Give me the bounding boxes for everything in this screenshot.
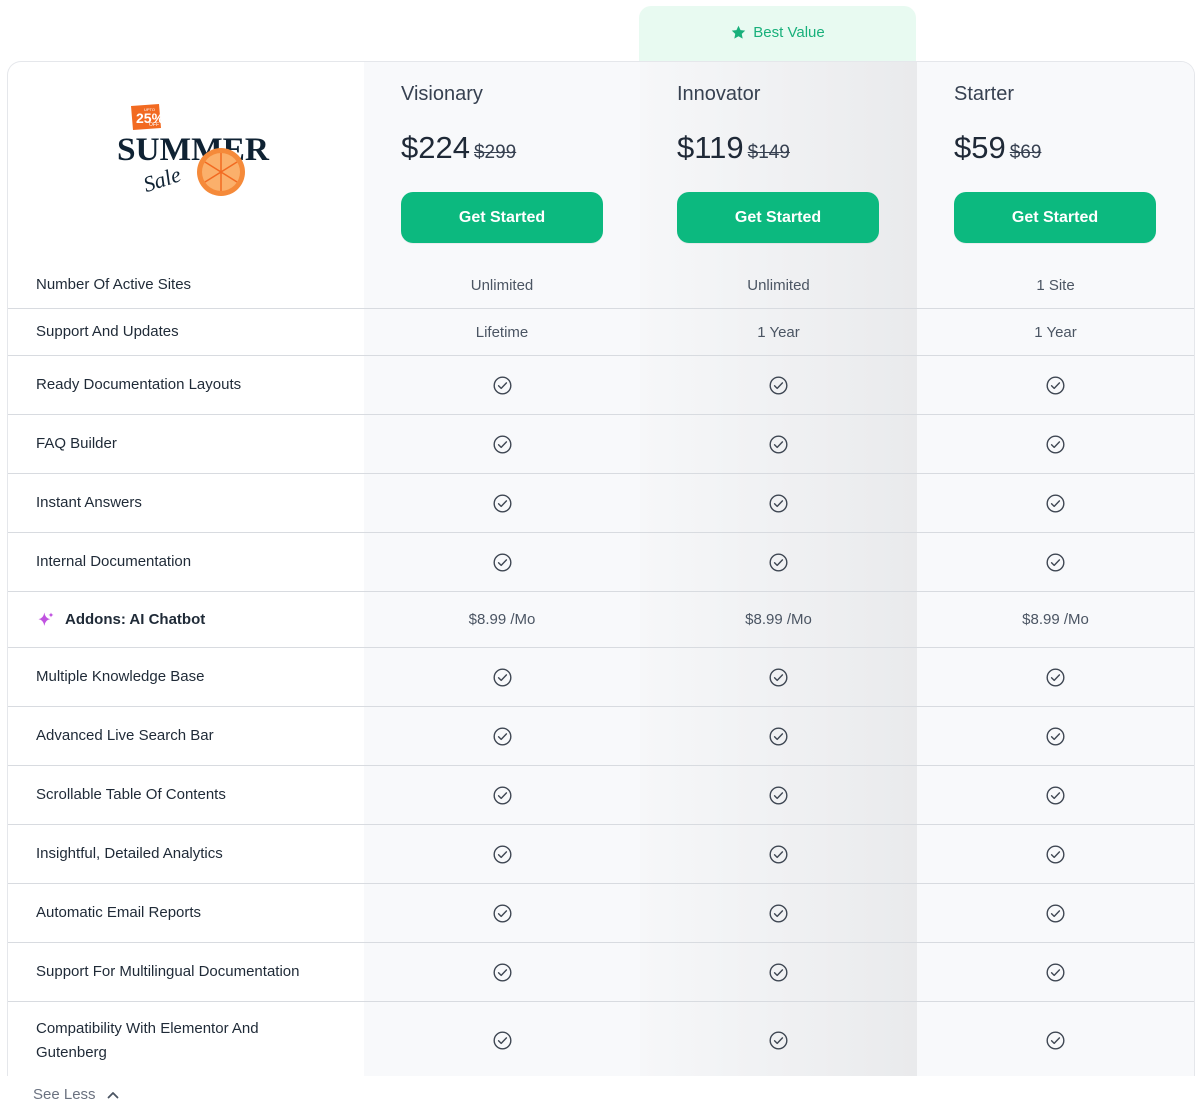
check-icon bbox=[492, 1031, 512, 1050]
table-row: Ready Documentation Layouts bbox=[8, 356, 1194, 415]
check-icon bbox=[1046, 667, 1065, 687]
plan-price: $224 bbox=[401, 130, 470, 165]
visionary-get-started-button[interactable]: Get Started bbox=[401, 192, 603, 243]
feature-value: 1 Year bbox=[1034, 323, 1077, 341]
promo-off: OFF bbox=[149, 122, 159, 128]
starter-get-started-button[interactable]: Get Started bbox=[954, 192, 1156, 243]
table-row: FAQ Builder bbox=[8, 415, 1194, 474]
plan-old-price: $299 bbox=[473, 142, 517, 163]
table-row: Number Of Active Sites Unlimited Unlimit… bbox=[8, 262, 1194, 309]
table-row: Support For Multilingual Documentation bbox=[8, 943, 1194, 1002]
feature-value: Lifetime bbox=[475, 323, 529, 341]
plan-old-price: $69 bbox=[1009, 142, 1042, 163]
feature-label: FAQ Builder bbox=[36, 435, 117, 452]
table-row: Support And Updates Lifetime 1 Year 1 Ye… bbox=[8, 309, 1194, 356]
check-icon bbox=[769, 785, 788, 805]
check-icon bbox=[492, 903, 512, 923]
feature-label: Advanced Live Search Bar bbox=[36, 727, 214, 744]
feature-label: Ready Documentation Layouts bbox=[36, 376, 242, 393]
check-icon bbox=[769, 844, 788, 864]
addon-text: Addons: AI Chatbot bbox=[65, 610, 206, 628]
see-less-toggle[interactable]: See Less bbox=[33, 1086, 120, 1103]
feature-label: Support For Multilingual Documentation bbox=[36, 963, 300, 980]
feature-value: Unlimited bbox=[747, 276, 810, 294]
check-icon bbox=[769, 434, 788, 454]
summer-sale-logo: UPTO 25% OFF SUMMER Sale bbox=[117, 104, 270, 197]
check-icon bbox=[492, 726, 512, 746]
see-less-label: See Less bbox=[33, 1086, 96, 1103]
feature-value: 1 Year bbox=[757, 323, 800, 341]
plan-visionary: Visionary $224 $299 Get Started bbox=[401, 80, 641, 243]
plan-name: Starter bbox=[954, 83, 1015, 105]
plan-name: Innovator bbox=[677, 83, 761, 105]
check-icon bbox=[1046, 375, 1065, 395]
check-icon bbox=[492, 785, 512, 805]
feature-label: Insightful, Detailed Analytics bbox=[36, 845, 223, 862]
table-row: Scrollable Table Of Contents bbox=[8, 766, 1194, 825]
table-row: Compatibility With Elementor And Gutenbe… bbox=[8, 1002, 1194, 1076]
table-row: Advanced Live Search Bar bbox=[8, 707, 1194, 766]
check-icon bbox=[1046, 552, 1065, 572]
check-icon bbox=[1046, 785, 1065, 805]
check-icon bbox=[769, 726, 788, 746]
plan-starter: Starter $59 $69 Get Started bbox=[954, 80, 1194, 243]
check-icon bbox=[769, 552, 788, 572]
addon-price: $8.99 /Mo bbox=[468, 611, 536, 628]
check-icon bbox=[769, 375, 788, 395]
feature-value: 1 Site bbox=[1036, 276, 1075, 294]
check-icon bbox=[1046, 962, 1065, 982]
check-icon bbox=[769, 493, 788, 513]
check-icon bbox=[492, 493, 512, 513]
addon-price: $8.99 /Mo bbox=[745, 611, 812, 628]
plan-price: $119 bbox=[677, 130, 744, 165]
addon-label: Addons: AI Chatbot bbox=[36, 592, 336, 647]
feature-label: Multiple Knowledge Base bbox=[36, 668, 205, 685]
plan-price: $59 bbox=[954, 130, 1006, 165]
check-icon bbox=[769, 1031, 788, 1050]
feature-label: Automatic Email Reports bbox=[36, 904, 202, 921]
check-icon bbox=[1046, 726, 1065, 746]
check-icon bbox=[492, 844, 512, 864]
check-icon bbox=[1046, 1031, 1065, 1050]
feature-label: Support And Updates bbox=[36, 323, 179, 340]
check-icon bbox=[1046, 493, 1065, 513]
table-row: Insightful, Detailed Analytics bbox=[8, 825, 1194, 884]
best-value-badge: Best Value bbox=[639, 6, 916, 62]
feature-label: Number Of Active Sites bbox=[36, 276, 192, 293]
check-icon bbox=[1046, 903, 1065, 923]
feature-label: Compatibility With Elementor And Gutenbe… bbox=[36, 1019, 259, 1061]
check-icon bbox=[492, 434, 512, 454]
table-row: Internal Documentation bbox=[8, 533, 1194, 592]
star-icon bbox=[732, 25, 746, 39]
table-row: Multiple Knowledge Base bbox=[8, 648, 1194, 707]
check-icon bbox=[1046, 434, 1065, 454]
chevron-up-icon bbox=[107, 1091, 118, 1098]
check-icon bbox=[492, 375, 512, 395]
table-row: Automatic Email Reports bbox=[8, 884, 1194, 943]
check-icon bbox=[769, 903, 788, 923]
check-icon bbox=[769, 667, 788, 687]
feature-value: Unlimited bbox=[470, 276, 534, 294]
innovator-get-started-button[interactable]: Get Started bbox=[677, 192, 879, 243]
check-icon bbox=[1046, 844, 1065, 864]
feature-label: Scrollable Table Of Contents bbox=[36, 786, 226, 803]
check-icon bbox=[769, 962, 788, 982]
check-icon bbox=[492, 552, 512, 572]
check-icon bbox=[492, 962, 512, 982]
feature-rows: Number Of Active Sites Unlimited Unlimit… bbox=[8, 262, 1194, 1076]
feature-label: Internal Documentation bbox=[36, 553, 192, 570]
check-icon bbox=[492, 667, 512, 687]
table-row: Instant Answers bbox=[8, 474, 1194, 533]
sparkle-icon bbox=[38, 612, 54, 626]
plan-old-price: $149 bbox=[747, 142, 790, 163]
pricing-table: UPTO 25% OFF SUMMER Sale Visionary $224 … bbox=[7, 61, 1195, 1076]
feature-label: Instant Answers bbox=[36, 494, 142, 511]
addon-price: $8.99 /Mo bbox=[1022, 611, 1089, 628]
table-row: Addons: AI Chatbot $8.99 /Mo $8.99 /Mo $… bbox=[8, 592, 1194, 648]
plan-innovator: Innovator $119 $149 Get Started bbox=[677, 80, 917, 243]
plan-name: Visionary bbox=[401, 83, 483, 105]
promo-title: SUMMER bbox=[117, 132, 270, 168]
best-value-label: Best Value bbox=[753, 23, 825, 41]
